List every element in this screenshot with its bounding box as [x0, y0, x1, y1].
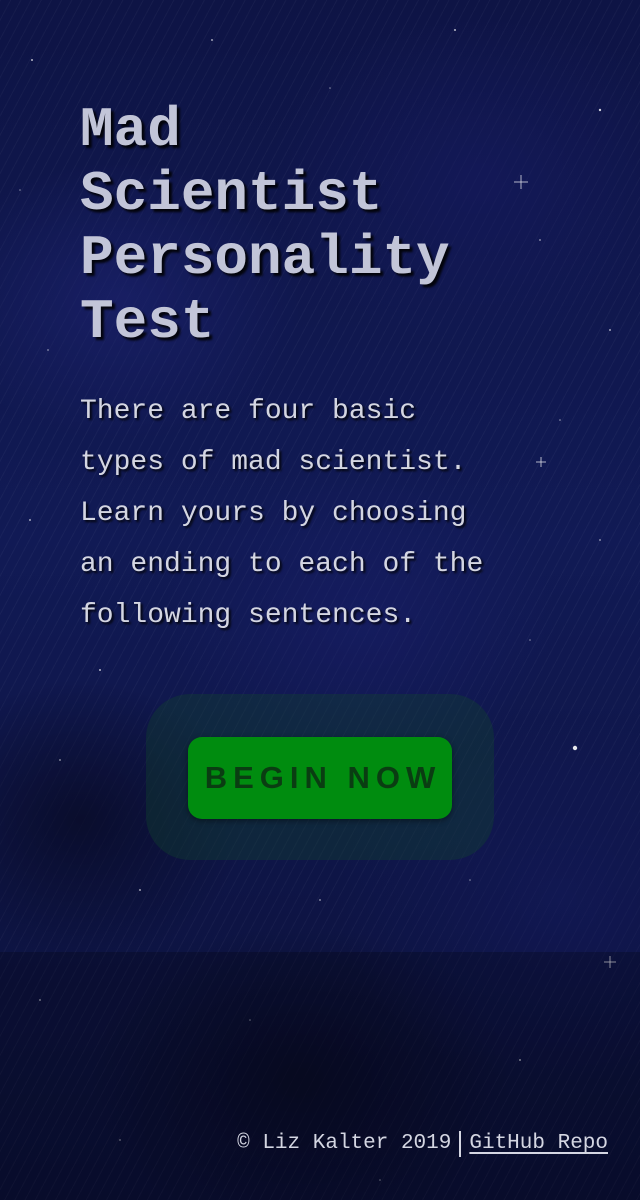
page-title: Mad Scientist Personality Test	[80, 98, 580, 354]
title-line: Mad	[80, 98, 181, 162]
footer-band	[0, 952, 640, 1200]
title-line: Scientist	[80, 162, 383, 226]
title-line: Personality	[80, 226, 450, 290]
intro-line: types of mad scientist.	[80, 447, 467, 478]
github-repo-link[interactable]: GitHub Repo	[469, 1130, 608, 1158]
footer: © Liz Kalter 2019 GitHub Repo	[237, 1130, 608, 1158]
intro-line: There are four basic	[80, 396, 417, 427]
intro-line: Learn yours by choosing	[80, 498, 467, 529]
intro-line: an ending to each of the	[80, 549, 484, 580]
title-line: Test	[80, 290, 215, 354]
begin-now-button[interactable]: BEGIN NOW	[188, 737, 452, 819]
footer-divider	[459, 1131, 462, 1157]
intro-line: following sentences.	[80, 600, 417, 631]
copyright-text: © Liz Kalter 2019	[237, 1132, 452, 1155]
intro-text: There are four basic types of mad scient…	[80, 386, 560, 641]
hero-section: Mad Scientist Personality Test There are…	[0, 0, 640, 952]
